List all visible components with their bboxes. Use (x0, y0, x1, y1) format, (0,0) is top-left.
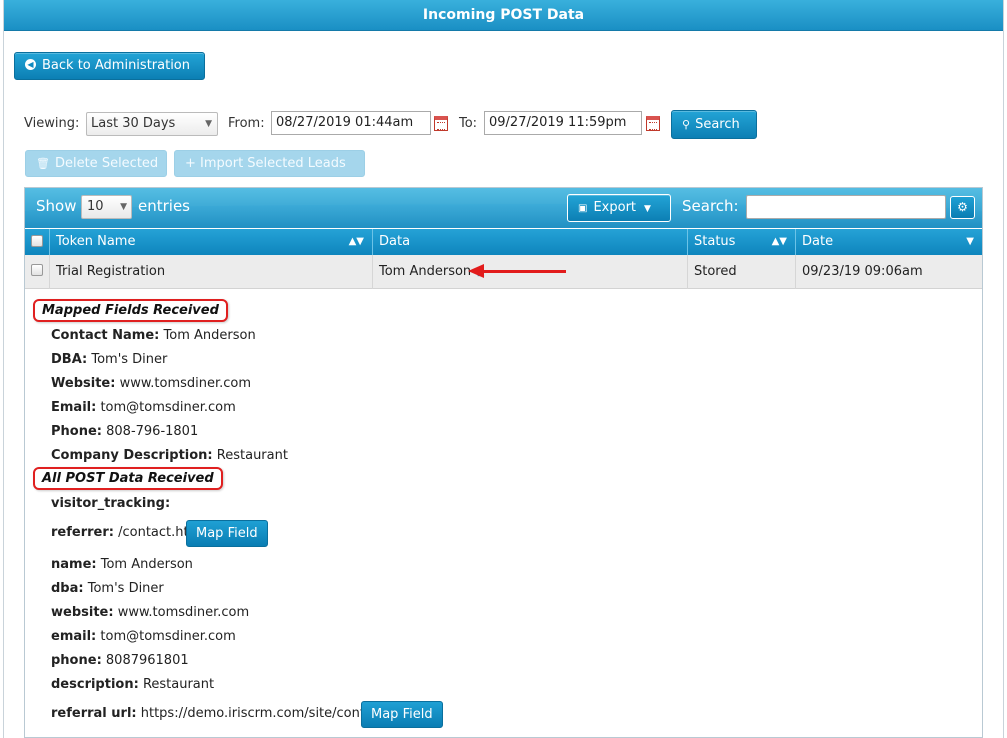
post-field: description: Restaurant (51, 677, 215, 692)
post-field: visitor_tracking: (51, 496, 171, 511)
map-field-button[interactable]: Map Field (186, 520, 268, 547)
to-label: To: (459, 116, 478, 131)
save-icon: ▣ (578, 203, 588, 214)
from-date-value: 08/27/2019 01:44am (276, 115, 414, 130)
token-name-cell: Trial Registration (49, 255, 372, 289)
column-header-data[interactable]: Data (372, 229, 687, 255)
column-header-date[interactable]: Date ▼ (795, 229, 982, 255)
column-header-token-name[interactable]: Token Name ▲▼ (49, 229, 372, 255)
column-label: Token Name (56, 234, 136, 249)
row-select-cell (25, 255, 49, 289)
import-selected-leads-button[interactable]: + Import Selected Leads (174, 150, 365, 177)
mapped-field: Company Description: Restaurant (51, 448, 288, 463)
from-date-input[interactable]: 08/27/2019 01:44am (271, 111, 431, 135)
post-field: phone: 8087961801 (51, 653, 189, 668)
entries-label: entries (138, 197, 190, 215)
post-field: referrer: /contact.html (51, 525, 205, 540)
back-button-label: Back to Administration (42, 58, 191, 73)
entries-value: 10 (87, 199, 104, 214)
row-checkbox[interactable] (31, 264, 43, 276)
mapped-field: Website: www.tomsdiner.com (51, 376, 252, 391)
map-field-button[interactable]: Map Field (361, 701, 443, 728)
column-label: Data (379, 234, 411, 249)
search-label: Search: (682, 197, 739, 215)
post-data-heading: All POST Data Received (33, 467, 223, 490)
annotation-arrow-line (482, 270, 566, 273)
mapped-field: DBA: Tom's Diner (51, 352, 168, 367)
chevron-down-icon: ▼ (120, 202, 127, 212)
column-label: Date (802, 234, 834, 249)
import-selected-label: + Import Selected Leads (185, 156, 346, 171)
status-cell: Stored (687, 255, 795, 289)
delete-selected-button[interactable]: 🗑 Delete Selected (25, 150, 167, 177)
from-label: From: (228, 116, 265, 131)
calendar-icon[interactable] (434, 116, 448, 131)
column-label: Status (694, 234, 736, 249)
export-label: Export (593, 200, 637, 215)
calendar-icon[interactable] (646, 116, 660, 131)
page-title: Incoming POST Data (4, 0, 1003, 31)
caret-down-icon: ▼ (644, 204, 651, 214)
trash-icon: 🗑 (36, 157, 50, 170)
sort-desc-icon: ▼ (966, 236, 974, 247)
search-button-label: Search (695, 117, 740, 132)
search-icon: ⚲ (682, 118, 691, 131)
to-date-input[interactable]: 09/27/2019 11:59pm (484, 111, 642, 135)
mapped-field: Phone: 808-796-1801 (51, 424, 199, 439)
show-label: Show (36, 197, 77, 215)
date-cell: 09/23/19 09:06am (795, 255, 982, 289)
post-field: website: www.tomsdiner.com (51, 605, 250, 620)
post-field: email: tom@tomsdiner.com (51, 629, 236, 644)
chevron-down-icon: ▼ (205, 119, 212, 129)
viewing-label: Viewing: (24, 116, 80, 131)
post-field: name: Tom Anderson (51, 557, 193, 572)
entries-select[interactable]: 10 ▼ (81, 195, 132, 219)
to-date-value: 09/27/2019 11:59pm (489, 115, 627, 130)
chevron-left-icon: ◀ (25, 59, 36, 70)
sort-icon: ▲▼ (348, 236, 364, 247)
back-to-administration-button[interactable]: ◀ Back to Administration (14, 52, 205, 80)
gear-icon[interactable]: ⚙ (950, 196, 975, 219)
search-button[interactable]: ⚲ Search (671, 110, 757, 139)
export-button[interactable]: ▣ Export ▼ (567, 194, 671, 222)
mapped-field: Contact Name: Tom Anderson (51, 328, 256, 343)
post-field: dba: Tom's Diner (51, 581, 164, 596)
mapped-field: Email: tom@tomsdiner.com (51, 400, 236, 415)
viewing-select[interactable]: Last 30 Days ▼ (86, 112, 218, 136)
mapped-fields-heading: Mapped Fields Received (33, 299, 228, 322)
table-toolbar: Show 10 ▼ entries ▣ Export ▼ Search: ⚙ (25, 188, 982, 228)
sort-icon: ▲▼ (771, 236, 787, 247)
select-all-cell (25, 229, 49, 255)
column-header-status[interactable]: Status ▲▼ (687, 229, 795, 255)
delete-selected-label: Delete Selected (54, 156, 159, 171)
viewing-value: Last 30 Days (91, 116, 176, 131)
table-header: Token Name ▲▼ Data Status ▲▼ Date ▼ (25, 229, 982, 255)
table-search-input[interactable] (746, 195, 946, 219)
data-value: Tom Anderson (379, 264, 472, 279)
select-all-checkbox[interactable] (31, 235, 43, 247)
